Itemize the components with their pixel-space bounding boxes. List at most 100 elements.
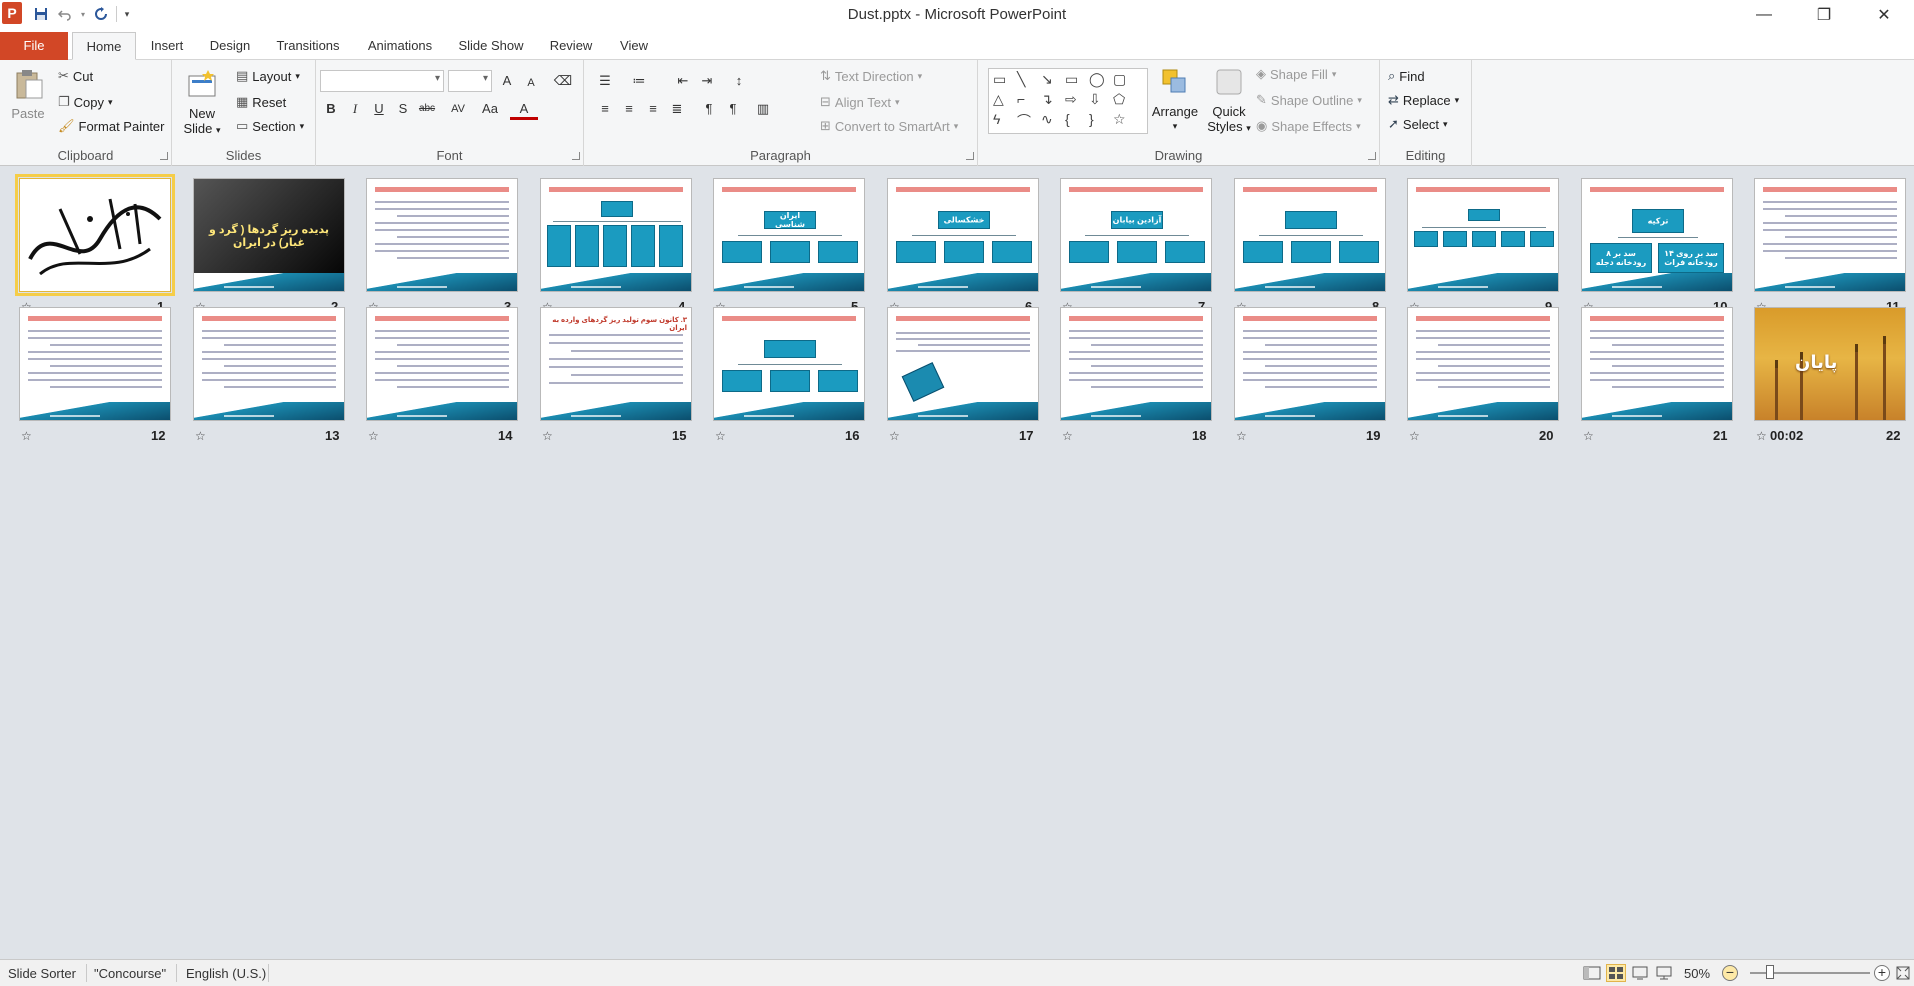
transition-star-icon[interactable]: ☆ xyxy=(368,429,379,443)
zoom-out-button[interactable]: − xyxy=(1722,965,1738,981)
paragraph-launcher-icon[interactable] xyxy=(966,152,974,160)
status-language[interactable]: English (U.S.) xyxy=(186,966,266,981)
slide-thumbnail[interactable]: آزادین بیابان xyxy=(1060,178,1212,292)
slide-thumbnail[interactable] xyxy=(193,307,345,421)
shape-effects-button[interactable]: ◉ Shape Effects ▾ xyxy=(1256,118,1361,134)
minimize-button[interactable]: — xyxy=(1734,0,1794,30)
slide-thumbnail[interactable] xyxy=(19,307,171,421)
slide-thumbnail[interactable] xyxy=(1060,307,1212,421)
text-shadow-button[interactable]: S xyxy=(392,98,414,120)
transition-star-icon[interactable]: ☆ xyxy=(1583,429,1594,443)
slide-thumbnail[interactable] xyxy=(366,307,518,421)
slide-thumbnail[interactable] xyxy=(1407,178,1559,292)
normal-view-icon[interactable] xyxy=(1582,964,1602,982)
text-direction-button[interactable]: ⇅ Text Direction ▾ xyxy=(820,68,922,84)
italic-button[interactable]: I xyxy=(344,98,366,120)
transition-star-icon[interactable]: ☆ xyxy=(1062,429,1073,443)
slide-thumbnail[interactable]: ۳. کانون سوم تولید ریز گردهای وارده به ا… xyxy=(540,307,692,421)
font-launcher-icon[interactable] xyxy=(572,152,580,160)
columns-icon[interactable]: ▥ xyxy=(752,98,774,120)
quick-styles-button[interactable]: Quick Styles ▾ xyxy=(1204,66,1254,136)
tab-insert[interactable]: Insert xyxy=(142,32,192,60)
slide-sorter-pane[interactable]: ☆1پدیده ریز گردها ( گرد و غبار) در ایران… xyxy=(0,167,1914,959)
bold-button[interactable]: B xyxy=(320,98,342,120)
slide-thumbnail[interactable]: ایران شناسی xyxy=(713,178,865,292)
format-painter-button[interactable]: 🖌 Format Painter xyxy=(58,118,165,134)
transition-star-icon[interactable]: ☆ xyxy=(195,429,206,443)
status-theme[interactable]: "Concourse" xyxy=(94,966,166,981)
font-color-button[interactable]: A xyxy=(510,98,538,120)
replace-button[interactable]: ⇄ Replace ▾ xyxy=(1388,92,1459,108)
reading-view-icon[interactable] xyxy=(1630,964,1650,982)
close-button[interactable]: ✕ xyxy=(1854,0,1914,30)
tab-animations[interactable]: Animations xyxy=(360,32,440,60)
tab-file[interactable]: File xyxy=(0,32,68,60)
align-center-icon[interactable]: ≡ xyxy=(618,98,640,120)
justify-icon[interactable]: ≣ xyxy=(666,98,688,120)
shapes-gallery[interactable]: ▭ ╲ ↘ ▭ ◯ ▢ △ ⌐ ↴ ⇨ ⇩ ⬠ ϟ ⌒ ∿ { } ☆ xyxy=(988,68,1148,134)
increase-indent-icon[interactable]: ⇥ xyxy=(696,70,718,92)
find-button[interactable]: ⌕ Find xyxy=(1388,68,1425,84)
slide-thumbnail[interactable]: پدیده ریز گردها ( گرد و غبار) در ایران xyxy=(193,178,345,292)
line-spacing-icon[interactable]: ↕ xyxy=(728,70,750,92)
transition-star-icon[interactable]: ☆ xyxy=(1756,429,1767,443)
select-button[interactable]: ➚ Select ▾ xyxy=(1388,116,1448,132)
slide-thumbnail[interactable] xyxy=(1234,178,1386,292)
underline-button[interactable]: U xyxy=(368,98,390,120)
shrink-font-button[interactable]: A xyxy=(520,72,542,94)
slide-thumbnail[interactable] xyxy=(1581,307,1733,421)
transition-star-icon[interactable]: ☆ xyxy=(715,429,726,443)
font-name-combo[interactable] xyxy=(320,70,444,92)
slide-thumbnail[interactable] xyxy=(1754,178,1906,292)
font-size-combo[interactable] xyxy=(448,70,492,92)
transition-star-icon[interactable]: ☆ xyxy=(21,429,32,443)
zoom-level[interactable]: 50% xyxy=(1684,966,1710,981)
convert-smartart-button[interactable]: ⊞ Convert to SmartArt ▾ xyxy=(820,118,958,134)
change-case-button[interactable]: Aa xyxy=(476,98,504,120)
ltr-icon[interactable]: ¶ xyxy=(698,98,720,120)
slide-thumbnail[interactable] xyxy=(15,174,175,296)
slide-thumbnail[interactable] xyxy=(887,307,1039,421)
transition-star-icon[interactable]: ☆ xyxy=(889,429,900,443)
fit-to-window-icon[interactable] xyxy=(1894,964,1912,982)
slide-thumbnail[interactable]: ترکیه ۱۴ سد بر روی رودخانه فرات ۸ سد بر رو… xyxy=(1581,178,1733,292)
decrease-indent-icon[interactable]: ⇤ xyxy=(672,70,694,92)
new-slide-button[interactable]: New Slide ▾ xyxy=(180,68,224,138)
tab-view[interactable]: View xyxy=(612,32,656,60)
numbering-icon[interactable]: ≔ xyxy=(628,70,650,92)
grow-font-button[interactable]: A xyxy=(496,70,518,92)
tab-slide-show[interactable]: Slide Show xyxy=(454,32,528,60)
drawing-launcher-icon[interactable] xyxy=(1368,152,1376,160)
rtl-icon[interactable]: ¶ xyxy=(722,98,744,120)
slide-thumbnail[interactable] xyxy=(1407,307,1559,421)
clipboard-launcher-icon[interactable] xyxy=(160,152,168,160)
bullets-icon[interactable]: ☰ xyxy=(594,70,616,92)
reset-button[interactable]: ▦ Reset xyxy=(236,94,286,110)
tab-design[interactable]: Design xyxy=(204,32,256,60)
slide-thumbnail[interactable]: خشکسالی xyxy=(887,178,1039,292)
slide-thumbnail[interactable]: پایان xyxy=(1754,307,1906,421)
tab-home[interactable]: Home xyxy=(72,32,136,60)
slide-sorter-view-icon[interactable] xyxy=(1606,964,1626,982)
shape-outline-button[interactable]: ✎ Shape Outline ▾ xyxy=(1256,92,1362,108)
slide-thumbnail[interactable] xyxy=(366,178,518,292)
paste-button[interactable]: Paste xyxy=(8,68,48,121)
align-right-icon[interactable]: ≡ xyxy=(642,98,664,120)
shape-fill-button[interactable]: ◈ Shape Fill ▾ xyxy=(1256,66,1336,82)
align-text-button[interactable]: ⊟ Align Text ▾ xyxy=(820,94,900,110)
zoom-slider-thumb[interactable] xyxy=(1766,965,1774,979)
arrange-button[interactable]: Arrange ▾ xyxy=(1150,66,1200,134)
section-button[interactable]: ▭ Section ▾ xyxy=(236,118,304,134)
slide-thumbnail[interactable] xyxy=(1234,307,1386,421)
transition-star-icon[interactable]: ☆ xyxy=(542,429,553,443)
layout-button[interactable]: ▤ Layout ▾ xyxy=(236,68,300,84)
clear-formatting-icon[interactable]: ⌫ xyxy=(552,70,574,92)
tab-transitions[interactable]: Transitions xyxy=(268,32,348,60)
restore-button[interactable]: ❐ xyxy=(1794,0,1854,30)
strikethrough-button[interactable]: abc xyxy=(416,98,438,120)
zoom-in-button[interactable]: + xyxy=(1874,965,1890,981)
transition-star-icon[interactable]: ☆ xyxy=(1409,429,1420,443)
cut-button[interactable]: ✂ Cut xyxy=(58,68,93,84)
slide-thumbnail[interactable] xyxy=(540,178,692,292)
align-left-icon[interactable]: ≡ xyxy=(594,98,616,120)
